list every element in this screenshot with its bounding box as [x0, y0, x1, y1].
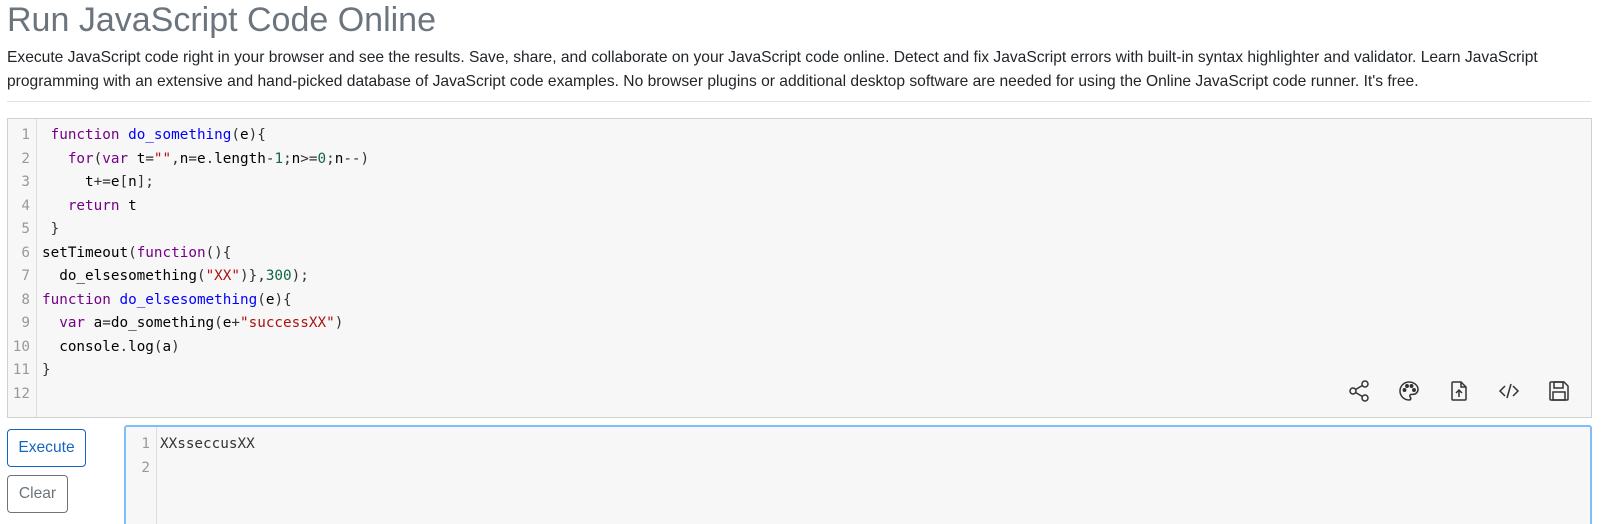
line-number: 7 — [21, 268, 30, 284]
execute-button[interactable]: Execute — [7, 429, 86, 467]
line-number: 3 — [21, 174, 30, 190]
code-line[interactable]: function do_something(e){ — [42, 123, 266, 147]
line-number: 11 — [12, 362, 30, 378]
line-number: 8 — [21, 292, 30, 308]
code-line[interactable]: } — [42, 358, 51, 382]
line-number: 12 — [12, 386, 30, 402]
output-panel[interactable]: 1 2 XXsseccusXX — [124, 425, 1592, 524]
line-number: 5 — [21, 221, 30, 237]
output-line: XXsseccusXX — [160, 436, 255, 452]
line-number: 1 — [21, 127, 30, 143]
page-title: Run JavaScript Code Online — [7, 1, 437, 39]
code-line[interactable]: var a=do_something(e+"successXX") — [42, 311, 343, 335]
page: Run JavaScript Code Online Execute JavaS… — [0, 0, 1602, 524]
editor-gutter: 1 2 3 4 5 6 7 8 9 10 11 12 — [8, 119, 37, 417]
code-editor[interactable]: 1 2 3 4 5 6 7 8 9 10 11 12 function do_s… — [7, 118, 1592, 418]
line-number: 9 — [21, 315, 30, 331]
line-number: 2 — [141, 460, 150, 476]
code-line[interactable]: console.log(a) — [42, 335, 180, 359]
code-line[interactable]: t+=e[n]; — [42, 170, 154, 194]
code-line[interactable]: function do_elsesomething(e){ — [42, 288, 292, 312]
output-gutter: 1 2 — [126, 427, 157, 524]
save-button[interactable] — [1545, 377, 1573, 405]
code-icon — [1498, 383, 1520, 399]
line-number: 2 — [21, 151, 30, 167]
share-icon — [1349, 380, 1369, 402]
line-number: 10 — [12, 339, 30, 355]
line-number: 4 — [21, 198, 30, 214]
upload-button[interactable] — [1445, 377, 1473, 405]
line-number: 6 — [21, 245, 30, 261]
code-line[interactable]: return t — [42, 194, 137, 218]
code-line[interactable]: for(var t="",n=e.length-1;n>=0;n--) — [42, 147, 369, 171]
code-line[interactable]: do_elsesomething("XX")},300); — [42, 264, 309, 288]
divider — [7, 101, 1591, 102]
editor-toolbar — [1345, 377, 1573, 405]
theme-button[interactable] — [1395, 377, 1423, 405]
line-number: 1 — [141, 436, 150, 452]
clear-button[interactable]: Clear — [7, 475, 68, 513]
save-icon — [1549, 381, 1569, 401]
code-line[interactable]: setTimeout(function(){ — [42, 241, 231, 265]
palette-icon — [1399, 381, 1419, 401]
embed-code-button[interactable] — [1495, 377, 1523, 405]
share-button[interactable] — [1345, 377, 1373, 405]
page-description: Execute JavaScript code right in your br… — [7, 49, 1538, 90]
upload-icon — [1451, 381, 1467, 401]
code-line[interactable]: } — [42, 217, 60, 241]
